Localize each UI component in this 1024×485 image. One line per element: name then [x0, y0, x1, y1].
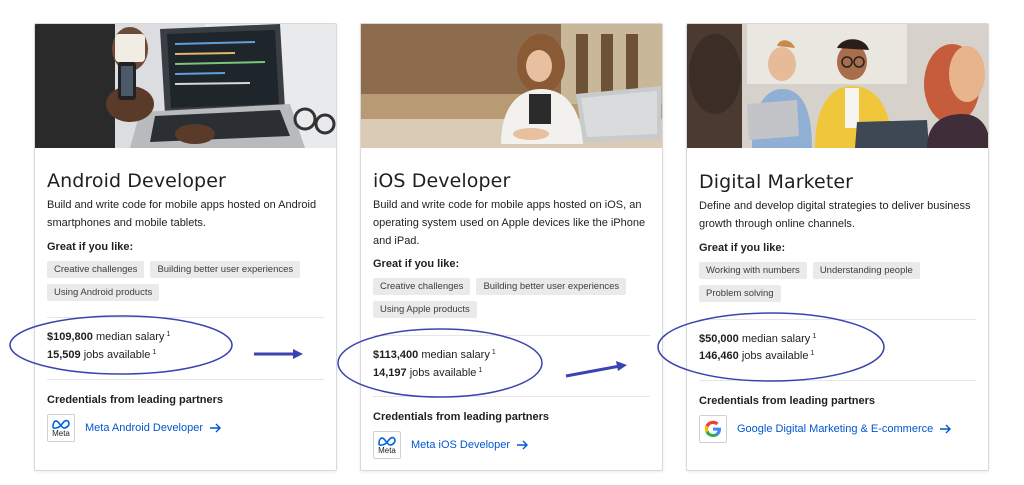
interest-chip: Problem solving	[699, 285, 781, 302]
partner-link[interactable]: Google Digital Marketing & E-commerce	[737, 423, 952, 435]
jobs-value: 146,460	[699, 350, 739, 362]
meta-logo-icon: Meta	[373, 431, 401, 459]
footnote-marker[interactable]: 1	[810, 350, 814, 357]
partner-credential[interactable]: Meta Meta Android Developer	[47, 414, 222, 442]
partner-link-text[interactable]: Meta iOS Developer	[411, 439, 510, 451]
interest-chips: Creative challenges Building better user…	[373, 278, 658, 318]
divider	[373, 335, 650, 336]
arrow-right-icon	[517, 440, 529, 450]
jobs-value: 14,197	[373, 367, 407, 379]
career-card-digital-marketer[interactable]: Digital Marketer Define and develop digi…	[686, 23, 989, 471]
partner-link-text[interactable]: Meta Android Developer	[85, 422, 203, 434]
median-salary: $113,400 median salary 1	[373, 349, 496, 361]
meta-logo-icon: Meta	[47, 414, 75, 442]
footnote-marker[interactable]: 1	[492, 349, 496, 356]
jobs-available: 15,509 jobs available 1	[47, 349, 156, 361]
interest-chip: Building better user experiences	[476, 278, 627, 295]
interest-chips: Working with numbers Understanding peopl…	[699, 262, 984, 302]
jobs-label: jobs available	[83, 349, 151, 361]
career-title[interactable]: Android Developer	[47, 170, 226, 192]
interest-chip: Using Apple products	[373, 301, 477, 318]
meta-logo-text: Meta	[52, 428, 70, 438]
career-card-ios-developer[interactable]: iOS Developer Build and write code for m…	[360, 23, 663, 471]
footnote-marker[interactable]: 1	[478, 367, 482, 374]
interest-chip: Creative challenges	[373, 278, 471, 295]
career-description: Build and write code for mobile apps hos…	[373, 199, 646, 247]
career-card-android-developer[interactable]: Android Developer Build and write code f…	[34, 23, 337, 471]
google-logo-icon	[699, 415, 727, 443]
salary-value: $109,800	[47, 331, 93, 343]
median-salary: $109,800 median salary 1	[47, 331, 170, 343]
great-if-label: Great if you like:	[373, 258, 460, 270]
interest-chip: Creative challenges	[47, 261, 145, 278]
arrow-right-icon	[210, 423, 222, 433]
great-if-label: Great if you like:	[699, 242, 786, 254]
credentials-heading: Credentials from leading partners	[699, 395, 876, 407]
footnote-marker[interactable]: 1	[152, 349, 156, 356]
divider	[699, 380, 976, 381]
interest-chip: Using Android products	[47, 284, 160, 301]
jobs-available: 146,460 jobs available 1	[699, 350, 814, 362]
card-photo	[687, 24, 988, 148]
salary-label: median salary	[421, 349, 490, 361]
divider	[47, 379, 324, 380]
career-description: Define and develop digital strategies to…	[699, 200, 971, 230]
footnote-marker[interactable]: 1	[166, 331, 170, 338]
credentials-heading: Credentials from leading partners	[47, 394, 224, 406]
jobs-label: jobs available	[409, 367, 477, 379]
career-title[interactable]: Digital Marketer	[699, 171, 853, 193]
divider	[699, 319, 976, 320]
salary-value: $113,400	[373, 349, 419, 361]
divider	[373, 396, 650, 397]
interest-chip: Building better user experiences	[150, 261, 301, 278]
card-photo	[35, 24, 336, 148]
arrow-right-icon	[940, 424, 952, 434]
salary-label: median salary	[95, 331, 165, 343]
partner-link-text[interactable]: Google Digital Marketing & E-commerce	[737, 423, 933, 435]
career-title[interactable]: iOS Developer	[373, 170, 510, 192]
card-photo	[361, 24, 662, 148]
interest-chip: Understanding people	[812, 262, 920, 279]
salary-value: $50,000	[699, 333, 739, 345]
divider	[47, 317, 324, 318]
credentials-heading: Credentials from leading partners	[373, 411, 550, 423]
great-if-label: Great if you like:	[47, 241, 134, 253]
salary-label: median salary	[741, 333, 811, 345]
median-salary: $50,000 median salary 1	[699, 333, 816, 345]
footnote-marker[interactable]: 1	[812, 333, 816, 340]
meta-logo-text: Meta	[378, 445, 396, 455]
partner-credential[interactable]: Google Digital Marketing & E-commerce	[699, 415, 952, 443]
partner-credential[interactable]: Meta Meta iOS Developer	[373, 431, 529, 459]
jobs-available: 14,197 jobs available 1	[373, 367, 482, 379]
partner-link[interactable]: Meta Android Developer	[85, 422, 222, 434]
interest-chips: Creative challenges Building better user…	[47, 261, 332, 301]
partner-link[interactable]: Meta iOS Developer	[411, 439, 529, 451]
jobs-value: 15,509	[47, 349, 81, 361]
career-description: Build and write code for mobile apps hos…	[47, 199, 317, 229]
interest-chip: Working with numbers	[699, 262, 807, 279]
jobs-label: jobs available	[741, 350, 809, 362]
